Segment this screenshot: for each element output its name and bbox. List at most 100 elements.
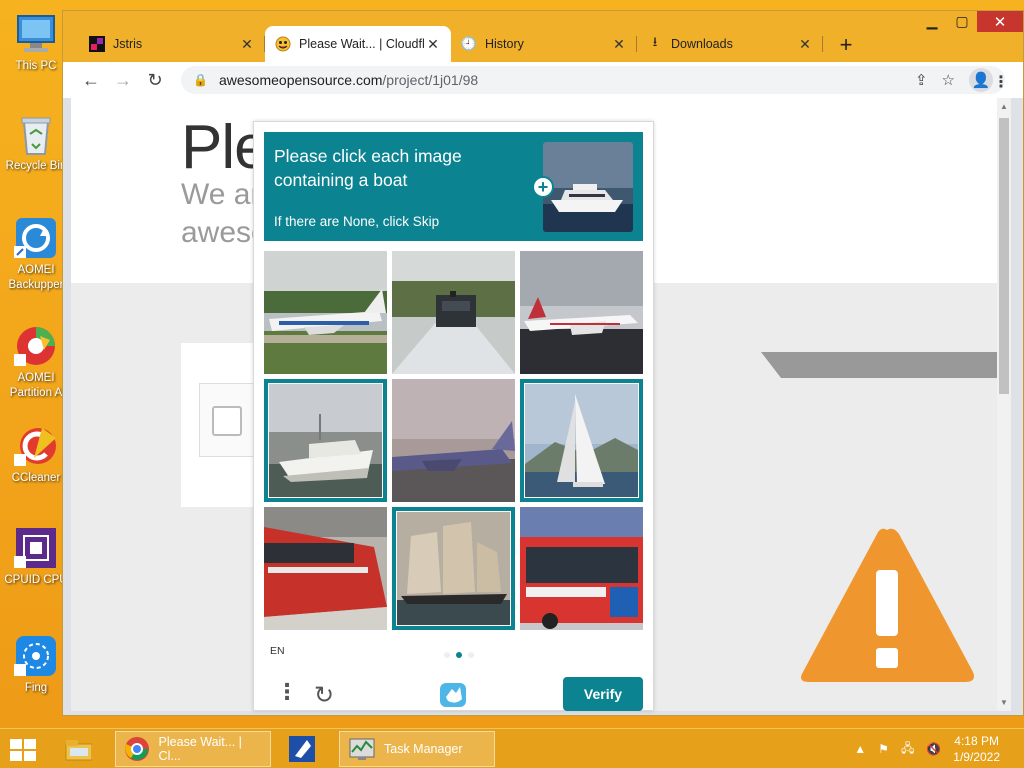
- cloudflare-face-icon: [275, 36, 291, 52]
- challenge-hint: If there are None, click Skip: [274, 214, 440, 229]
- browser-menu-icon[interactable]: ⋮: [993, 72, 1009, 92]
- taskbar: Please Wait... | Cl... Task Manager ▲ ⚑ …: [0, 728, 1024, 768]
- desktop-icon-label: AOMEI Backupper: [2, 263, 70, 293]
- url-text: awesomeopensource.com/project/1j01/98: [219, 72, 915, 88]
- tab-jstris[interactable]: Jstris ✕: [79, 26, 265, 62]
- challenge-tile-train[interactable]: [392, 251, 515, 374]
- recycle-bin-icon: [14, 112, 58, 156]
- jstris-icon: [89, 36, 105, 52]
- taskbar-file-explorer[interactable]: [64, 731, 100, 767]
- tab-cloudflare[interactable]: Please Wait... | Cloudflare ✕: [265, 26, 451, 62]
- profile-avatar-icon[interactable]: 👤: [969, 68, 993, 92]
- hcaptcha-logo-icon: [436, 679, 470, 709]
- warning-icon: [797, 526, 977, 686]
- desktop-icon-fing[interactable]: Fing: [2, 634, 70, 696]
- challenge-footer: ⋮ ↻ Verify: [254, 677, 653, 712]
- desktop-icon-label: CCleaner: [11, 472, 61, 484]
- example-zoom-plus-icon[interactable]: +: [532, 176, 554, 198]
- tab-downloads[interactable]: ⭳ Downloads ✕: [637, 26, 823, 62]
- title-bar: Jstris ✕ Please Wait... | Cloudflare ✕ 🕘…: [63, 11, 1023, 62]
- computer-icon: [14, 12, 58, 56]
- scroll-up-arrow-icon[interactable]: ▲: [1000, 102, 1008, 111]
- page-subtitle: We ar: [181, 178, 261, 211]
- clock-time: 4:18 PM: [954, 734, 999, 748]
- hcaptcha-challenge: Please click each image containing a boa…: [253, 121, 654, 711]
- challenge-tile-airplane[interactable]: [264, 251, 387, 374]
- url-host: awesomeopensource.com: [219, 72, 383, 88]
- clock-date: 1/9/2022: [953, 750, 1000, 764]
- fing-icon: [14, 634, 58, 678]
- challenge-tile-bus[interactable]: [520, 507, 643, 630]
- tab-close-icon[interactable]: ✕: [611, 36, 627, 53]
- challenge-tile-train[interactable]: [264, 507, 387, 630]
- challenge-tile-airplane[interactable]: [520, 251, 643, 374]
- bookmark-star-icon[interactable]: ☆: [942, 71, 955, 89]
- minimize-button[interactable]: ▁: [917, 11, 947, 32]
- forward-button[interactable]: →: [107, 64, 139, 96]
- action-center-flag-icon[interactable]: ⚑: [878, 742, 889, 756]
- verify-button[interactable]: Verify: [563, 677, 643, 711]
- challenge-menu-icon[interactable]: ⋮: [276, 681, 298, 703]
- back-button[interactable]: ←: [75, 64, 107, 96]
- cloudflare-checkbox[interactable]: [212, 406, 242, 436]
- chrome-icon: [124, 735, 151, 763]
- page-scrollbar[interactable]: ▲ ▼: [997, 98, 1011, 711]
- refresh-challenge-icon[interactable]: ↻: [314, 681, 334, 710]
- desktop-icon-this-pc[interactable]: This PC: [2, 12, 70, 74]
- language-selector[interactable]: EN: [270, 645, 285, 657]
- desktop-icon-aomei-backupper[interactable]: AOMEI Backupper: [2, 216, 70, 293]
- scrollbar-thumb[interactable]: [999, 118, 1009, 394]
- desktop-icon-label: AOMEI Partition A: [2, 371, 70, 401]
- desktop-icon-label: CPUID CPU: [4, 574, 68, 586]
- browser-toolbar: ← → ↻ 🔒 awesomeopensource.com/project/1j…: [63, 62, 1023, 98]
- tab-close-icon[interactable]: ✕: [239, 36, 255, 53]
- ccleaner-icon: [14, 424, 58, 468]
- challenge-tile-sailboat-selected[interactable]: [520, 379, 643, 502]
- task-manager-icon: [348, 735, 376, 763]
- taskbar-item-label: Task Manager: [384, 742, 463, 756]
- share-icon[interactable]: ⇪: [915, 71, 928, 89]
- folder-icon: [64, 735, 92, 763]
- desktop-icon-label: Fing: [24, 682, 48, 694]
- tab-strip: Jstris ✕ Please Wait... | Cloudflare ✕ 🕘…: [79, 19, 861, 62]
- challenge-tile-sailing-ship-selected[interactable]: [392, 507, 515, 630]
- tab-close-icon[interactable]: ✕: [797, 36, 813, 53]
- address-bar[interactable]: 🔒 awesomeopensource.com/project/1j01/98 …: [181, 66, 1005, 94]
- tab-title: Downloads: [671, 37, 733, 51]
- taskbar-chrome-window[interactable]: Please Wait... | Cl...: [115, 731, 271, 767]
- clock[interactable]: 4:18 PM 1/9/2022: [953, 733, 1000, 765]
- url-path: /project/1j01/98: [382, 72, 479, 88]
- tab-close-icon[interactable]: ✕: [425, 36, 441, 53]
- decorative-bar: [761, 352, 1011, 378]
- desktop-icon-recycle-bin[interactable]: Recycle Bin: [2, 112, 70, 174]
- reload-button[interactable]: ↻: [139, 64, 171, 96]
- challenge-tile-airplane[interactable]: [392, 379, 515, 502]
- start-windows-icon[interactable]: [8, 737, 38, 763]
- desktop-icon-label: This PC: [15, 60, 57, 72]
- challenge-question: Please click each image containing a boa…: [274, 146, 462, 190]
- desktop-icon-ccleaner[interactable]: CCleaner: [2, 424, 70, 486]
- example-image-boat[interactable]: [543, 142, 633, 232]
- scroll-down-arrow-icon[interactable]: ▼: [1000, 698, 1008, 707]
- omnibox-actions: ⇪ ☆ 👤: [915, 68, 993, 92]
- history-icon: 🕘: [460, 36, 478, 51]
- taskbar-app[interactable]: [287, 731, 323, 767]
- volume-muted-icon[interactable]: 🔇: [926, 742, 941, 756]
- tab-title: History: [485, 37, 524, 51]
- tab-history[interactable]: 🕘 History ✕: [451, 26, 637, 62]
- new-tab-button[interactable]: +: [831, 30, 861, 60]
- challenge-prompt: Please click each image containing a boa…: [264, 132, 643, 241]
- desktop-icon-cpuid[interactable]: CPUID CPU: [2, 526, 70, 588]
- network-icon[interactable]: 🖧: [901, 739, 914, 760]
- app-icon: [287, 735, 315, 763]
- download-icon: ⭳: [652, 34, 658, 49]
- challenge-tile-boat-selected[interactable]: [264, 379, 387, 502]
- maximize-button[interactable]: ▢: [947, 11, 977, 32]
- taskbar-item-label: Please Wait... | Cl...: [158, 735, 242, 763]
- close-window-button[interactable]: ✕: [977, 11, 1023, 32]
- taskbar-task-manager[interactable]: Task Manager: [339, 731, 495, 767]
- desktop-icon-aomei-partition[interactable]: AOMEI Partition A: [2, 324, 70, 401]
- tray-overflow-icon[interactable]: ▲: [854, 742, 866, 756]
- system-tray: ▲ ⚑ 🖧 🔇 4:18 PM 1/9/2022: [854, 729, 1024, 768]
- window-controls: ▁ ▢ ✕: [917, 11, 1023, 32]
